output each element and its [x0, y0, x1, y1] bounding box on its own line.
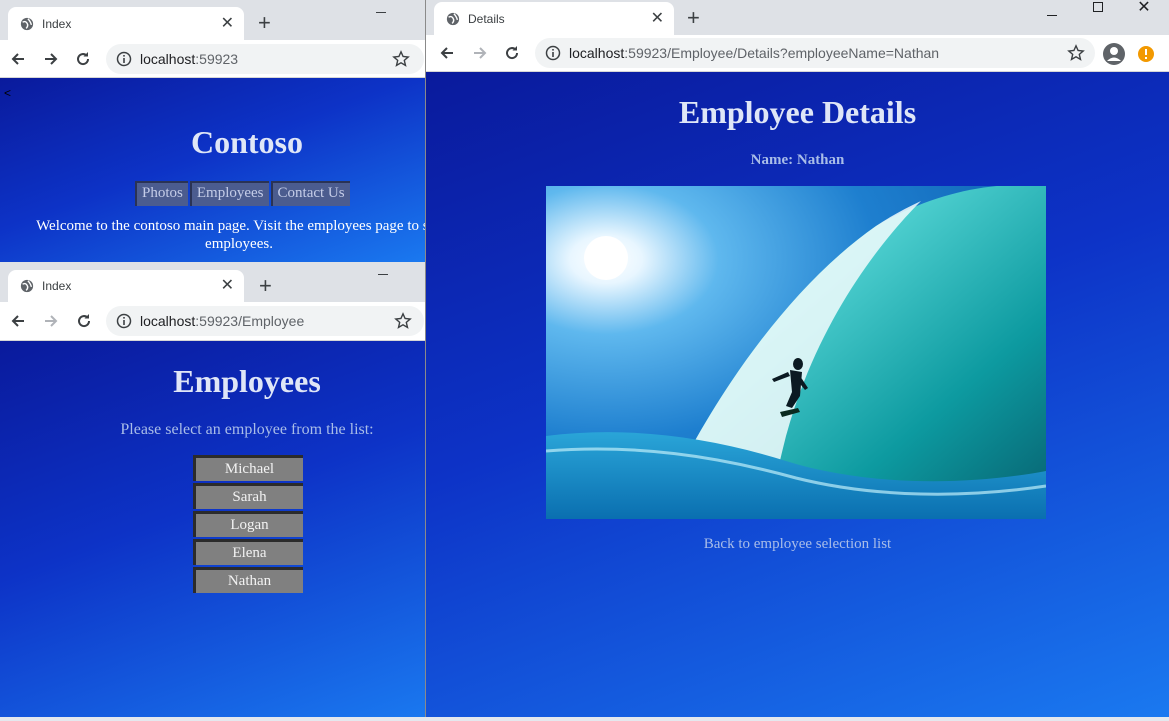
employees-address-bar[interactable]: localhost:59923/Employee — [106, 306, 424, 336]
details-window: Details ✕ + ✕ localhost:59923/Employee/D… — [425, 0, 1169, 717]
reload-icon[interactable] — [74, 311, 94, 331]
welcome-text: Welcome to the contoso main page. Visit … — [36, 218, 425, 252]
home-tab[interactable]: Index ✕ — [8, 7, 244, 40]
details-tab[interactable]: Details ✕ — [434, 2, 674, 35]
reload-icon[interactable] — [502, 43, 522, 63]
window-close-icon[interactable]: ✕ — [1121, 0, 1167, 22]
nav-bar: Photos Employees Contact Us — [135, 181, 350, 206]
employees-url: localhost:59923/Employee — [140, 313, 305, 329]
globe-icon — [20, 17, 34, 30]
maximize-icon[interactable] — [1075, 0, 1121, 22]
employees-prompt: Please select an employee from the list: — [120, 421, 374, 438]
details-tab-title: Details — [468, 11, 505, 26]
minimize-icon[interactable] — [376, 12, 386, 13]
home-window: Index ✕ + localhost:59923 < Contoso Phot… — [0, 0, 425, 262]
home-url: localhost:59923 — [140, 50, 239, 67]
back-icon[interactable] — [8, 49, 28, 69]
employee-button-logan[interactable]: Logan — [193, 511, 303, 537]
employees-toolbar: localhost:59923/Employee — [0, 302, 425, 341]
reload-icon[interactable] — [73, 49, 93, 69]
forward-icon — [41, 311, 61, 331]
forward-icon — [470, 43, 490, 63]
details-url: localhost:59923/Employee/Details?employe… — [569, 45, 940, 61]
corner-glyph: < — [4, 86, 12, 100]
employees-tabstrip: Index ✕ + — [0, 262, 425, 302]
details-tabstrip: Details ✕ + ✕ — [426, 0, 1169, 35]
home-tab-title: Index — [42, 16, 72, 31]
minimize-icon[interactable] — [378, 274, 388, 275]
close-icon[interactable]: ✕ — [221, 278, 234, 294]
star-icon[interactable] — [1067, 44, 1085, 62]
globe-icon — [446, 12, 460, 25]
nav-photos-button[interactable]: Photos — [135, 181, 188, 206]
alert-icon[interactable] — [1137, 45, 1155, 63]
profile-icon[interactable] — [1102, 42, 1126, 66]
home-address-bar[interactable]: localhost:59923 — [106, 43, 424, 74]
info-icon[interactable] — [116, 313, 132, 329]
employee-name: Name: Nathan — [750, 152, 845, 168]
close-icon[interactable]: ✕ — [221, 15, 234, 32]
back-icon[interactable] — [8, 311, 28, 331]
details-page: Employee Details Name: Nathan Back to em… — [426, 72, 1169, 717]
back-icon[interactable] — [437, 43, 457, 63]
info-icon[interactable] — [116, 51, 132, 67]
employees-page: Employees Please select an employee from… — [0, 341, 425, 721]
employee-button-elena[interactable]: Elena — [193, 539, 303, 565]
star-icon[interactable] — [392, 49, 410, 68]
employees-tab-title: Index — [42, 279, 72, 293]
info-icon[interactable] — [545, 45, 561, 61]
home-page: < Contoso Photos Employees Contact Us We… — [0, 78, 425, 262]
window-controls: ✕ — [1029, 0, 1169, 30]
nav-employees-button[interactable]: Employees — [189, 181, 269, 206]
taskbar-strip — [0, 717, 1169, 721]
star-icon[interactable] — [394, 312, 412, 330]
employee-button-michael[interactable]: Michael — [193, 455, 303, 481]
back-to-list-link[interactable]: Back to employee selection list — [426, 536, 1169, 553]
employee-photo — [546, 186, 1046, 519]
forward-icon[interactable] — [41, 49, 61, 69]
home-toolbar: localhost:59923 — [0, 40, 425, 78]
new-tab-icon[interactable]: + — [259, 275, 272, 297]
new-tab-icon[interactable]: + — [687, 7, 700, 29]
globe-icon — [20, 279, 34, 293]
employee-list: Michael Sarah Logan Elena Nathan — [193, 455, 303, 595]
nav-contact-button[interactable]: Contact Us — [270, 181, 350, 206]
employee-button-sarah[interactable]: Sarah — [193, 483, 303, 509]
employee-button-nathan[interactable]: Nathan — [193, 567, 303, 593]
site-title: Contoso — [190, 124, 303, 160]
home-tabstrip: Index ✕ + — [0, 0, 425, 40]
details-address-bar[interactable]: localhost:59923/Employee/Details?employe… — [535, 38, 1095, 68]
employees-heading: Employees — [173, 363, 321, 399]
employees-tab[interactable]: Index ✕ — [8, 270, 244, 302]
details-toolbar: localhost:59923/Employee/Details?employe… — [426, 35, 1169, 72]
details-heading: Employee Details — [678, 94, 917, 130]
close-icon[interactable]: ✕ — [651, 10, 664, 27]
employees-window: Index ✕ + localhost:59923/Employee Emplo… — [0, 262, 425, 721]
minimize-icon[interactable] — [1029, 0, 1075, 30]
new-tab-icon[interactable]: + — [258, 12, 271, 34]
